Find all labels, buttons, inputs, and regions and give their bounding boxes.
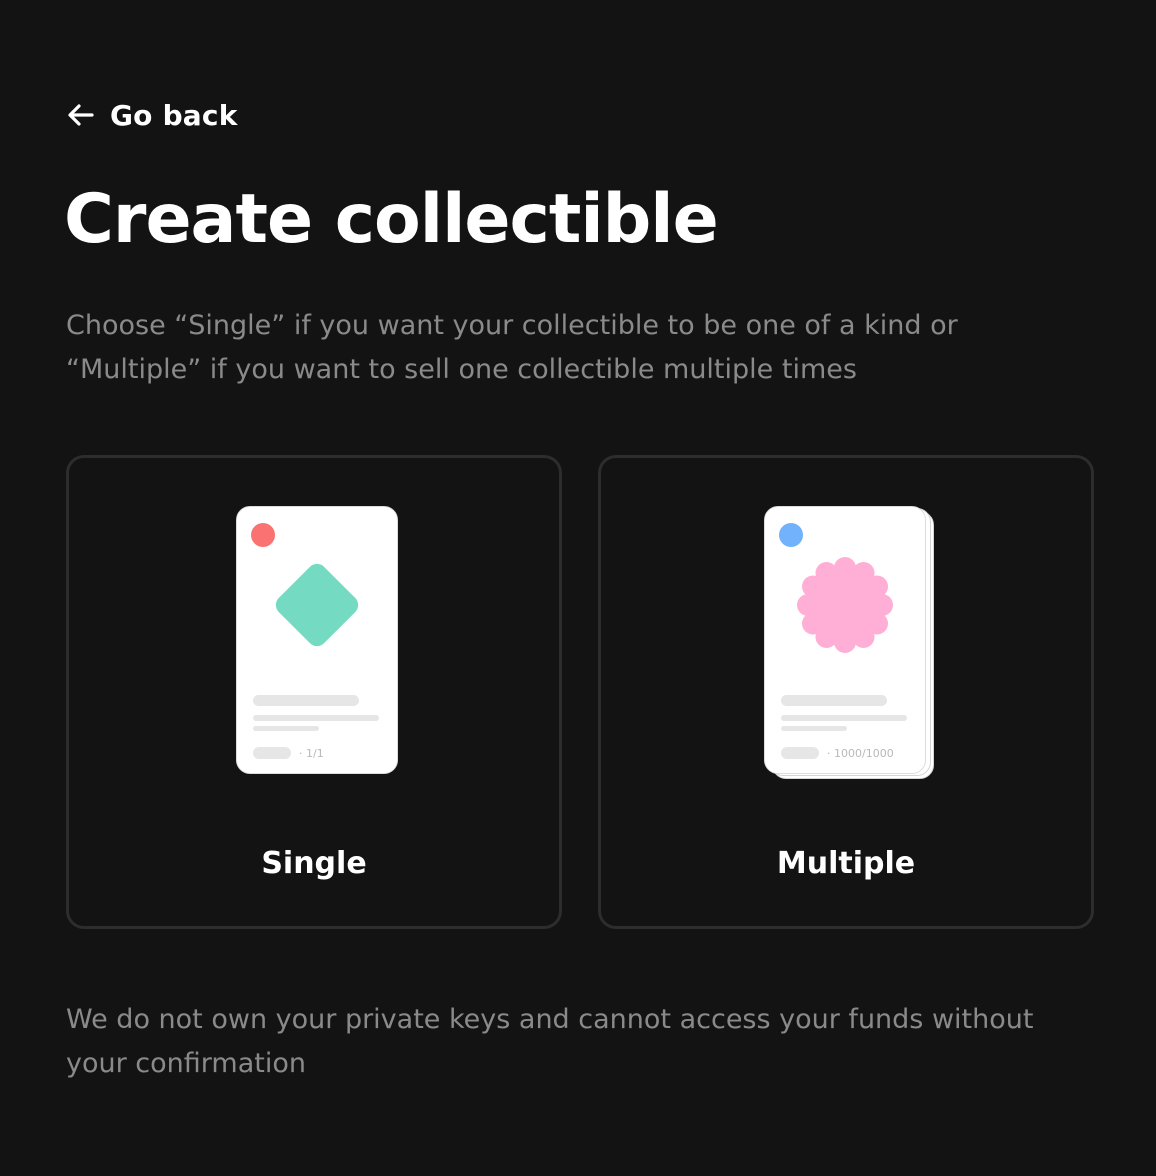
- security-note: We do not own your private keys and cann…: [66, 1004, 1034, 1079]
- preview-edition-count: · 1000/1000: [827, 747, 894, 760]
- single-option-label: Single: [261, 846, 367, 881]
- preview-price-placeholder: [253, 747, 291, 759]
- single-collectible-preview: · 1/1: [236, 506, 398, 774]
- flower-shape-icon: [797, 557, 893, 653]
- diamond-shape-icon: [275, 563, 359, 647]
- preview-line-placeholder: [253, 715, 379, 721]
- multiple-collectible-preview: · 1000/1000: [764, 506, 926, 774]
- preview-title-placeholder: [253, 695, 359, 706]
- page-title: Create collectible: [64, 180, 719, 259]
- preview-title-placeholder: [781, 695, 887, 706]
- multiple-option-card[interactable]: · 1000/1000 Multiple: [598, 455, 1094, 929]
- multiple-option-label: Multiple: [776, 846, 916, 881]
- preview-edition-count: · 1/1: [299, 747, 324, 760]
- arrow-left-icon: [68, 104, 94, 126]
- preview-price-placeholder: [781, 747, 819, 759]
- multiple-status-dot: [779, 523, 803, 547]
- single-status-dot: [251, 523, 275, 547]
- go-back-button[interactable]: Go back: [66, 96, 238, 134]
- go-back-label: Go back: [110, 98, 238, 132]
- single-option-card[interactable]: · 1/1 Single: [66, 455, 562, 929]
- page-description: Choose “Single” if you want your collect…: [66, 310, 958, 385]
- preview-line-placeholder: [781, 715, 907, 721]
- preview-line-placeholder: [781, 726, 847, 731]
- preview-line-placeholder: [253, 726, 319, 731]
